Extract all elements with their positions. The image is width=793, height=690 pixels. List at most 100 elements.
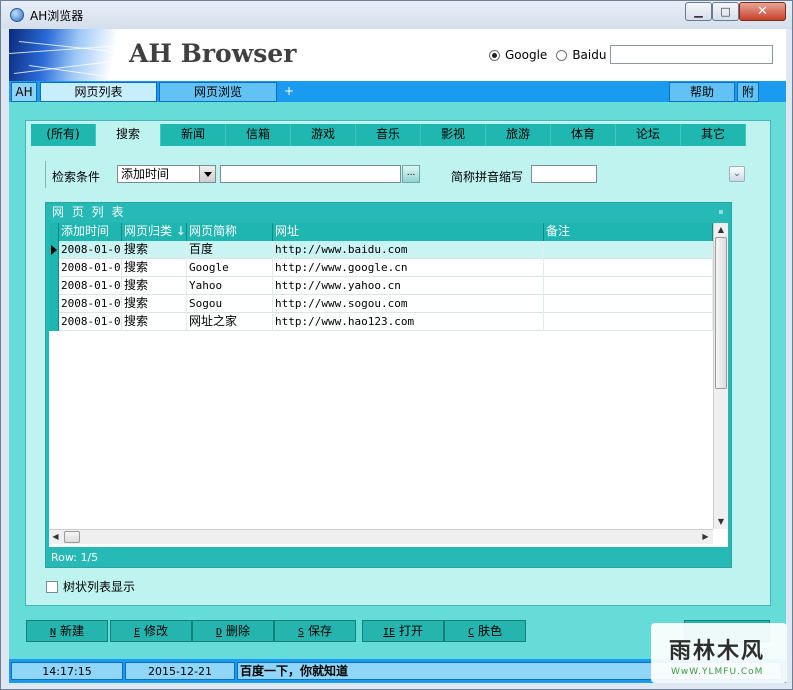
category-tab-music[interactable]: 音乐 [356,124,421,146]
cell-note [544,313,713,331]
scroll-right-icon[interactable]: ▶ [699,530,712,544]
title-bar: AH浏览器 ▁ □ ✕ [1,1,792,29]
cell-time: 2008-01-0 [59,313,122,331]
grid-title: 网 页 列 表 [46,203,731,223]
add-tab-button[interactable]: + [281,82,297,102]
minimize-icon: ▁ [694,5,703,18]
help-button[interactable]: 帮助 [669,82,735,102]
nav-ah[interactable]: AH [11,82,37,102]
web-search-input[interactable] [610,45,773,64]
tab-page-list[interactable]: 网页列表 [40,82,157,102]
column-header-category-label: 网页归类 [124,224,173,238]
new-shortcut: N [49,627,56,638]
filter-field-select[interactable]: 添加时间 [117,165,216,183]
engine-radio-google[interactable] [489,49,500,61]
skin-color-button[interactable]: C 肤色 [444,620,526,642]
cell-url: http://www.hao123.com [273,313,544,331]
cell-time: 2008-01-0 [59,295,122,313]
column-header-name[interactable]: 网页简称 [187,223,273,241]
engine-radio-baidu[interactable] [556,49,568,61]
scroll-left-icon[interactable]: ◀ [49,530,62,544]
edit-shortcut: E [133,627,140,638]
header-banner: AH Browser Google Baidu [9,29,786,81]
maximize-button[interactable]: □ [712,2,739,21]
tree-view-toggle[interactable]: 树状列表显示 [46,578,135,595]
open-ie-button[interactable]: IE 打开 [362,620,444,642]
category-tab-all[interactable]: (所有) [31,124,96,146]
horizontal-scroll-thumb[interactable] [64,531,80,543]
category-tab-video[interactable]: 影视 [421,124,486,146]
browse-button[interactable]: ... [402,165,420,183]
delete-button[interactable]: D 删除 [192,620,274,642]
column-header-category[interactable]: 网页归类 ↓ [122,223,187,241]
cell-note [544,241,713,259]
scroll-up-icon[interactable]: ▲ [714,223,728,236]
cell-note [544,277,713,295]
column-header-note[interactable]: 备注 [544,223,713,241]
pin-icon[interactable] [719,210,723,214]
row-indicator [49,295,59,313]
edit-button[interactable]: E 修改 [110,620,192,642]
filter-label: 检索条件 [52,170,101,184]
column-header-url[interactable]: 网址 [273,223,544,241]
chevron-down-icon[interactable] [199,166,215,182]
brand-title: AH Browser [129,39,297,68]
table-row[interactable]: 2008-01-0 搜索 Yahoo http://www.yahoo.cn [49,277,713,295]
filter-query-input[interactable] [220,165,401,183]
table-row[interactable]: 2008-01-0 搜索 网址之家 http://www.hao123.com [49,313,713,331]
cell-category: 搜索 [122,277,187,295]
cell-url: http://www.google.cn [273,259,544,277]
category-tab-sports[interactable]: 体育 [551,124,616,146]
banner-graphic [9,29,129,81]
close-button[interactable]: ✕ [739,2,786,21]
close-icon: ✕ [757,4,768,19]
row-indicator-header [49,223,59,241]
cell-url: http://www.yahoo.cn [273,277,544,295]
column-header-time[interactable]: 添加时间 [59,223,122,241]
filter-bar: 检索条件 添加时间 ... 简称拼音缩写 ⌄ [45,161,752,188]
cell-time: 2008-01-0 [59,241,122,259]
cell-category: 搜索 [122,313,187,331]
category-tab-news[interactable]: 新闻 [161,124,226,146]
save-shortcut: S [297,627,304,638]
cell-name: 百度 [187,241,273,259]
search-engine-selector: Google Baidu [489,48,615,62]
save-button[interactable]: S 保存 [274,620,356,642]
cell-time: 2008-01-0 [59,259,122,277]
delete-shortcut: D [215,627,222,638]
expand-chevron-icon[interactable]: ⌄ [729,166,745,182]
category-tab-mail[interactable]: 信箱 [226,124,291,146]
category-tab-games[interactable]: 游戏 [291,124,356,146]
vertical-scrollbar[interactable]: ▲ ▼ [713,223,728,529]
table-row[interactable]: 2008-01-0 搜索 Sogou http://www.sogou.com [49,295,713,313]
minimize-button[interactable]: ▁ [685,2,712,21]
main-area: (所有) 搜索 新闻 信箱 游戏 音乐 影视 旅游 体育 论坛 其它 检索条件 … [9,102,786,659]
watermark-title: 雨林木风 [669,639,766,664]
cell-category: 搜索 [122,259,187,277]
nav-bar: AH 网页列表 网页浏览 + 帮助 附 [9,81,786,102]
skin-label: 肤色 [478,624,503,638]
attach-button[interactable]: 附 [737,82,759,102]
table-row[interactable]: 2008-01-0 搜索 百度 http://www.baidu.com [49,241,713,259]
tree-view-checkbox[interactable] [46,580,58,593]
grid-title-text: 网 页 列 表 [52,205,126,219]
category-tab-other[interactable]: 其它 [681,124,746,146]
scroll-down-icon[interactable]: ▼ [714,515,728,528]
engine-label-google: Google [505,48,548,62]
category-tab-travel[interactable]: 旅游 [486,124,551,146]
pinyin-input[interactable] [531,165,597,183]
save-label: 保存 [308,624,333,638]
category-tab-search[interactable]: 搜索 [96,124,161,146]
vertical-scroll-thumb[interactable] [715,237,727,389]
tab-page-browse[interactable]: 网页浏览 [159,82,277,102]
cell-name: 网址之家 [187,313,273,331]
table-row[interactable]: 2008-01-0 搜索 Google http://www.google.cn [49,259,713,277]
skin-shortcut: C [467,627,474,638]
new-button[interactable]: N 新建 [26,620,108,642]
watermark-url: WwW.YLMFU.CoM [671,667,764,677]
horizontal-scrollbar[interactable]: ◀ ▶ [49,529,713,544]
app-window: AH浏览器 ▁ □ ✕ AH Browser Google Baidu AH 网… [0,0,793,690]
list-panel: (所有) 搜索 新闻 信箱 游戏 音乐 影视 旅游 体育 论坛 其它 检索条件 … [25,120,771,606]
category-tab-forum[interactable]: 论坛 [616,124,681,146]
sort-desc-icon: ↓ [172,224,186,238]
